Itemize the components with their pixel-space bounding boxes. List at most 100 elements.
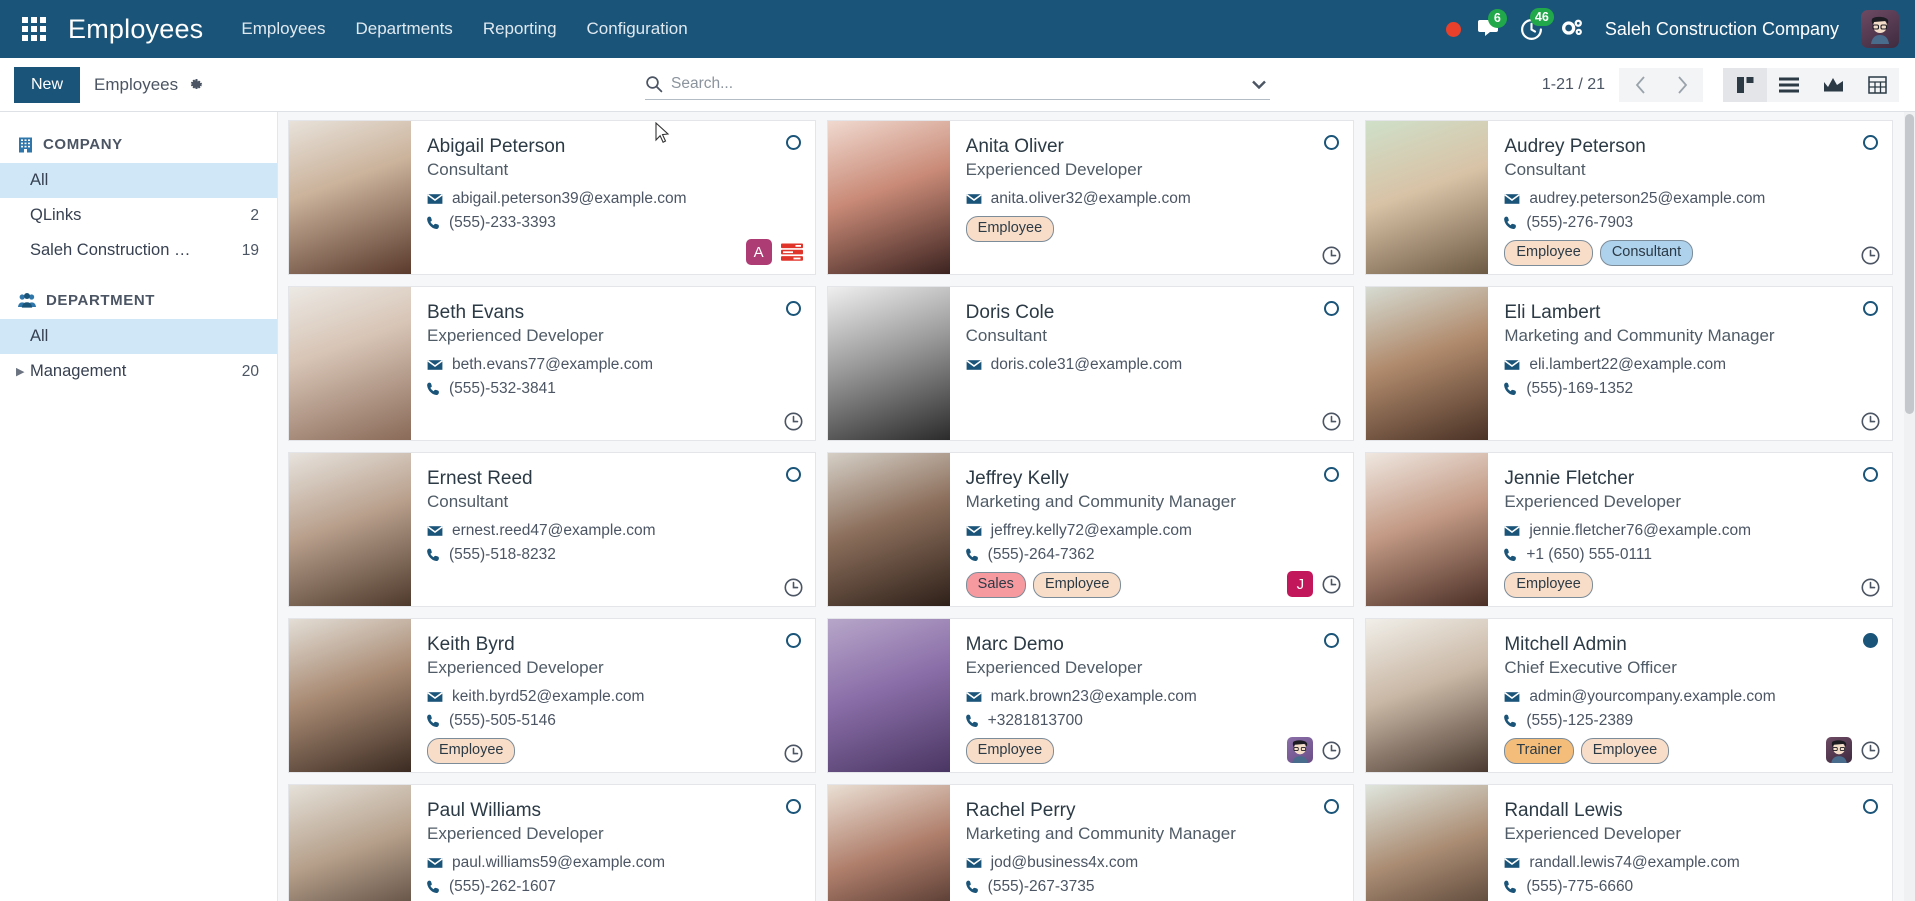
employee-photo[interactable] — [1366, 619, 1489, 772]
menu-item-departments[interactable]: Departments — [355, 19, 452, 39]
app-brand-title[interactable]: Employees — [68, 14, 203, 45]
pager-previous-button[interactable] — [1619, 67, 1661, 102]
view-switch-graph[interactable] — [1811, 67, 1855, 102]
employee-photo[interactable] — [827, 121, 950, 274]
menu-item-employees[interactable]: Employees — [241, 19, 325, 39]
employee-name[interactable]: Randall Lewis — [1504, 799, 1878, 823]
employee-photo[interactable] — [827, 785, 950, 901]
employee-name[interactable]: Beth Evans — [427, 301, 801, 325]
employee-photo[interactable] — [827, 453, 950, 606]
activity-clock-icon[interactable] — [1861, 246, 1880, 265]
employee-tag[interactable]: Employee — [965, 737, 1055, 764]
employee-phone-row[interactable]: (555)-532-3841 — [427, 377, 801, 401]
employee-photo[interactable] — [289, 619, 411, 772]
employee-phone-row[interactable]: (555)-276-7903 — [1504, 211, 1878, 235]
employee-tag[interactable]: Sales — [965, 571, 1026, 598]
employee-email-row[interactable]: ernest.reed47@example.com — [427, 519, 801, 543]
employee-tag[interactable]: Employee — [1504, 239, 1593, 266]
activity-clock-icon[interactable] — [1861, 741, 1880, 760]
employee-name[interactable]: Doris Cole — [966, 301, 1340, 325]
employee-kanban-card[interactable]: Audrey Peterson Consultant audrey.peters… — [1365, 120, 1893, 275]
menu-item-configuration[interactable]: Configuration — [587, 19, 688, 39]
employee-name[interactable]: Jennie Fletcher — [1504, 467, 1878, 491]
gears-icon[interactable] — [1560, 18, 1585, 40]
employee-kanban-card[interactable]: Paul Williams Experienced Developer paul… — [288, 784, 816, 901]
employee-name[interactable]: Mitchell Admin — [1504, 633, 1878, 657]
employee-phone-row[interactable]: (555)-125-2389 — [1504, 709, 1878, 733]
employee-name[interactable]: Abigail Peterson — [427, 135, 801, 159]
menu-item-reporting[interactable]: Reporting — [483, 19, 557, 39]
avatar[interactable] — [1861, 10, 1899, 48]
sidebar-item-company-all[interactable]: All — [0, 163, 277, 198]
employee-tag[interactable]: Employee — [965, 215, 1055, 242]
sidebar-item-department-management[interactable]: ▶ Management 20 — [0, 354, 277, 389]
employee-phone-row[interactable]: (555)-264-7362 — [965, 543, 1340, 567]
employee-email-row[interactable]: abigail.peterson39@example.com — [427, 187, 801, 211]
employee-email-row[interactable]: jennie.fletcher76@example.com — [1504, 519, 1878, 543]
employee-kanban-card[interactable]: Eli Lambert Marketing and Community Mana… — [1365, 286, 1893, 441]
gear-icon[interactable] — [188, 77, 204, 93]
employee-kanban-card[interactable]: Keith Byrd Experienced Developer keith.b… — [288, 618, 816, 773]
chevron-down-icon[interactable] — [1248, 80, 1270, 89]
employee-status-dot[interactable] — [1863, 799, 1878, 814]
employee-kanban-card[interactable]: Anita Oliver Experienced Developer anita… — [826, 120, 1355, 275]
employee-kanban-card[interactable]: Doris Cole Consultant doris.cole31@examp… — [826, 286, 1355, 441]
employee-email-row[interactable]: anita.oliver32@example.com — [965, 187, 1340, 211]
employee-name[interactable]: Keith Byrd — [427, 633, 801, 657]
employee-phone-row[interactable]: +1 (650) 555-0111 — [1504, 543, 1878, 567]
employee-phone-row[interactable]: (555)-267-3735 — [965, 875, 1340, 899]
view-switch-list[interactable] — [1767, 67, 1811, 102]
employee-kanban-card[interactable]: Mitchell Admin Chief Executive Officer a… — [1365, 618, 1893, 773]
employee-email-row[interactable]: doris.cole31@example.com — [965, 353, 1340, 377]
employee-photo[interactable] — [827, 287, 950, 440]
employee-name[interactable]: Marc Demo — [966, 633, 1340, 657]
employee-tag[interactable]: Employee — [1504, 571, 1593, 598]
employee-email-row[interactable]: audrey.peterson25@example.com — [1504, 187, 1878, 211]
employee-tag[interactable]: Employee — [1580, 737, 1670, 764]
messages-button[interactable]: 6 — [1477, 9, 1507, 40]
employee-status-dot[interactable] — [785, 799, 801, 814]
employee-photo[interactable] — [289, 453, 411, 606]
employee-email-row[interactable]: jod@business4x.com — [965, 851, 1340, 875]
manager-avatar[interactable] — [1287, 737, 1314, 763]
employee-tag[interactable]: Trainer — [1504, 737, 1574, 764]
activity-clock-icon[interactable] — [1861, 578, 1880, 597]
apps-grid-icon[interactable] — [22, 17, 46, 41]
employee-status-dot[interactable] — [1863, 301, 1878, 316]
employee-kanban-card[interactable]: Rachel Perry Marketing and Community Man… — [826, 784, 1355, 901]
record-dot-icon[interactable] — [1445, 21, 1461, 37]
search-input[interactable] — [671, 75, 1248, 93]
activity-clock-icon[interactable] — [1322, 412, 1341, 431]
employee-phone-row[interactable]: +3281813700 — [965, 709, 1340, 733]
employee-email-row[interactable]: beth.evans77@example.com — [427, 353, 801, 377]
employee-tag[interactable]: Employee — [1032, 571, 1122, 598]
scrollbar-thumb[interactable] — [1905, 114, 1914, 414]
activity-list-icon[interactable] — [780, 243, 803, 261]
activity-clock-icon[interactable] — [784, 412, 803, 431]
sidebar-item-department-all[interactable]: All — [0, 319, 277, 354]
activity-clock-icon[interactable] — [1861, 412, 1880, 431]
pager-next-button[interactable] — [1661, 67, 1703, 102]
employee-name[interactable]: Eli Lambert — [1504, 301, 1878, 325]
employee-email-row[interactable]: eli.lambert22@example.com — [1504, 353, 1878, 377]
employee-photo[interactable] — [827, 619, 950, 772]
employee-email-row[interactable]: jeffrey.kelly72@example.com — [965, 519, 1340, 543]
activity-clock-icon[interactable] — [1322, 741, 1341, 760]
employee-kanban-card[interactable]: Abigail Peterson Consultant abigail.pete… — [288, 120, 816, 275]
employee-photo[interactable] — [289, 287, 411, 440]
employee-name[interactable]: Paul Williams — [427, 799, 801, 823]
employee-phone-row[interactable]: (555)-775-6660 — [1504, 875, 1878, 899]
employee-phone-row[interactable]: (555)-233-3393 — [427, 211, 801, 235]
employee-phone-row[interactable]: (555)-518-8232 — [427, 543, 801, 567]
employee-email-row[interactable]: keith.byrd52@example.com — [427, 685, 801, 709]
employee-phone-row[interactable]: (555)-262-1607 — [427, 875, 801, 899]
employee-email-row[interactable]: mark.brown23@example.com — [965, 685, 1340, 709]
employee-status-dot[interactable] — [1863, 135, 1878, 150]
employee-kanban-card[interactable]: Ernest Reed Consultant ernest.reed47@exa… — [288, 452, 816, 607]
employee-tag[interactable]: Consultant — [1599, 239, 1694, 266]
employee-phone-row[interactable]: (555)-169-1352 — [1504, 377, 1878, 401]
sidebar-item-company-qlinks[interactable]: QLinks 2 — [0, 198, 277, 233]
employee-tag[interactable]: Employee — [427, 737, 516, 764]
employee-status-dot[interactable] — [785, 301, 801, 316]
employee-status-dot[interactable] — [785, 633, 801, 648]
